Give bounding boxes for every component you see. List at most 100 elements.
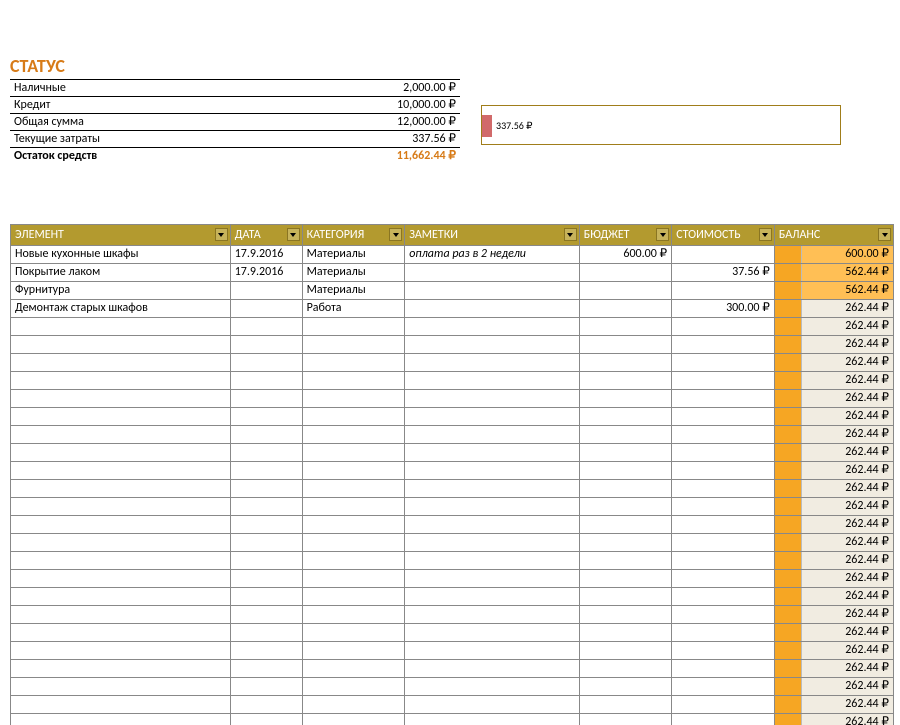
cell[interactable] bbox=[230, 660, 302, 678]
cell[interactable] bbox=[11, 624, 231, 642]
cell[interactable]: Новые кухонные шкафы bbox=[11, 246, 231, 264]
cell[interactable] bbox=[672, 570, 775, 588]
cell[interactable] bbox=[302, 516, 405, 534]
cell[interactable] bbox=[230, 678, 302, 696]
cell[interactable] bbox=[11, 642, 231, 660]
cell[interactable] bbox=[11, 462, 231, 480]
cell[interactable] bbox=[230, 426, 302, 444]
cell[interactable] bbox=[11, 606, 231, 624]
cell[interactable] bbox=[11, 498, 231, 516]
cell[interactable] bbox=[230, 336, 302, 354]
cell[interactable] bbox=[302, 372, 405, 390]
cell[interactable] bbox=[302, 480, 405, 498]
cell[interactable] bbox=[302, 570, 405, 588]
cell[interactable] bbox=[672, 660, 775, 678]
cell[interactable] bbox=[230, 606, 302, 624]
cell[interactable] bbox=[672, 336, 775, 354]
cell[interactable] bbox=[579, 552, 671, 570]
balance-cell[interactable]: 262.44 ₽ bbox=[774, 354, 893, 372]
balance-cell[interactable]: 262.44 ₽ bbox=[774, 714, 893, 725]
cell[interactable] bbox=[405, 624, 580, 642]
cell[interactable] bbox=[579, 588, 671, 606]
cell[interactable] bbox=[672, 714, 775, 725]
cell[interactable] bbox=[302, 336, 405, 354]
table-row[interactable]: 262.44 ₽ bbox=[11, 678, 894, 696]
cell[interactable] bbox=[302, 642, 405, 660]
cell[interactable] bbox=[579, 498, 671, 516]
cell[interactable] bbox=[230, 300, 302, 318]
cell[interactable] bbox=[579, 534, 671, 552]
cell[interactable] bbox=[672, 462, 775, 480]
balance-cell[interactable]: 262.44 ₽ bbox=[774, 480, 893, 498]
balance-cell[interactable]: 262.44 ₽ bbox=[774, 372, 893, 390]
table-row[interactable]: 262.44 ₽ bbox=[11, 660, 894, 678]
cell[interactable] bbox=[230, 408, 302, 426]
balance-cell[interactable]: 262.44 ₽ bbox=[774, 534, 893, 552]
cell[interactable] bbox=[405, 642, 580, 660]
table-row[interactable]: Новые кухонные шкафы17.9.2016Материалыоп… bbox=[11, 246, 894, 264]
cell[interactable] bbox=[11, 390, 231, 408]
table-row[interactable]: 262.44 ₽ bbox=[11, 696, 894, 714]
cell[interactable] bbox=[579, 336, 671, 354]
table-row[interactable]: 262.44 ₽ bbox=[11, 642, 894, 660]
header-element[interactable]: ЭЛЕМЕНТ bbox=[11, 225, 231, 246]
table-row[interactable]: Покрытие лаком17.9.2016Материалы37.56 ₽5… bbox=[11, 264, 894, 282]
cell[interactable] bbox=[579, 354, 671, 372]
cell[interactable] bbox=[405, 282, 580, 300]
cell[interactable] bbox=[579, 660, 671, 678]
balance-cell[interactable]: 262.44 ₽ bbox=[774, 516, 893, 534]
cell[interactable] bbox=[230, 570, 302, 588]
cell[interactable] bbox=[230, 282, 302, 300]
cell[interactable] bbox=[579, 714, 671, 725]
cell[interactable] bbox=[230, 462, 302, 480]
balance-cell[interactable]: 262.44 ₽ bbox=[774, 696, 893, 714]
cell[interactable] bbox=[672, 246, 775, 264]
cell[interactable] bbox=[405, 552, 580, 570]
cell[interactable] bbox=[230, 444, 302, 462]
cell[interactable] bbox=[672, 606, 775, 624]
cell[interactable] bbox=[672, 390, 775, 408]
cell[interactable] bbox=[11, 372, 231, 390]
cell[interactable]: Покрытие лаком bbox=[11, 264, 231, 282]
table-row[interactable]: 262.44 ₽ bbox=[11, 714, 894, 725]
cell[interactable] bbox=[579, 390, 671, 408]
cell[interactable] bbox=[672, 678, 775, 696]
cell[interactable] bbox=[672, 282, 775, 300]
cell[interactable] bbox=[672, 408, 775, 426]
balance-cell[interactable]: 262.44 ₽ bbox=[774, 408, 893, 426]
cell[interactable] bbox=[11, 678, 231, 696]
cell[interactable] bbox=[11, 354, 231, 372]
cell[interactable] bbox=[579, 300, 671, 318]
cell[interactable] bbox=[230, 480, 302, 498]
cell[interactable] bbox=[405, 372, 580, 390]
cell[interactable] bbox=[405, 534, 580, 552]
cell[interactable] bbox=[230, 516, 302, 534]
cell[interactable] bbox=[302, 606, 405, 624]
table-row[interactable]: 262.44 ₽ bbox=[11, 408, 894, 426]
cell[interactable] bbox=[302, 714, 405, 725]
cell[interactable] bbox=[11, 570, 231, 588]
balance-cell[interactable]: 262.44 ₽ bbox=[774, 498, 893, 516]
cell[interactable] bbox=[672, 534, 775, 552]
cell[interactable] bbox=[230, 318, 302, 336]
cell[interactable] bbox=[11, 696, 231, 714]
table-row[interactable]: 262.44 ₽ bbox=[11, 552, 894, 570]
cell[interactable] bbox=[302, 624, 405, 642]
cell[interactable] bbox=[11, 714, 231, 725]
cell[interactable] bbox=[579, 678, 671, 696]
cell[interactable] bbox=[672, 588, 775, 606]
cell[interactable] bbox=[230, 390, 302, 408]
balance-cell[interactable]: 562.44 ₽ bbox=[774, 264, 893, 282]
cell[interactable] bbox=[230, 714, 302, 725]
balance-cell[interactable]: 262.44 ₽ bbox=[774, 390, 893, 408]
cell[interactable] bbox=[230, 498, 302, 516]
cell[interactable]: оплата раз в 2 недели bbox=[405, 246, 580, 264]
cell[interactable] bbox=[579, 624, 671, 642]
table-row[interactable]: 262.44 ₽ bbox=[11, 480, 894, 498]
cell[interactable] bbox=[11, 444, 231, 462]
cell[interactable] bbox=[672, 624, 775, 642]
balance-cell[interactable]: 262.44 ₽ bbox=[774, 426, 893, 444]
cell[interactable] bbox=[11, 534, 231, 552]
cell[interactable] bbox=[405, 696, 580, 714]
cell[interactable] bbox=[405, 444, 580, 462]
